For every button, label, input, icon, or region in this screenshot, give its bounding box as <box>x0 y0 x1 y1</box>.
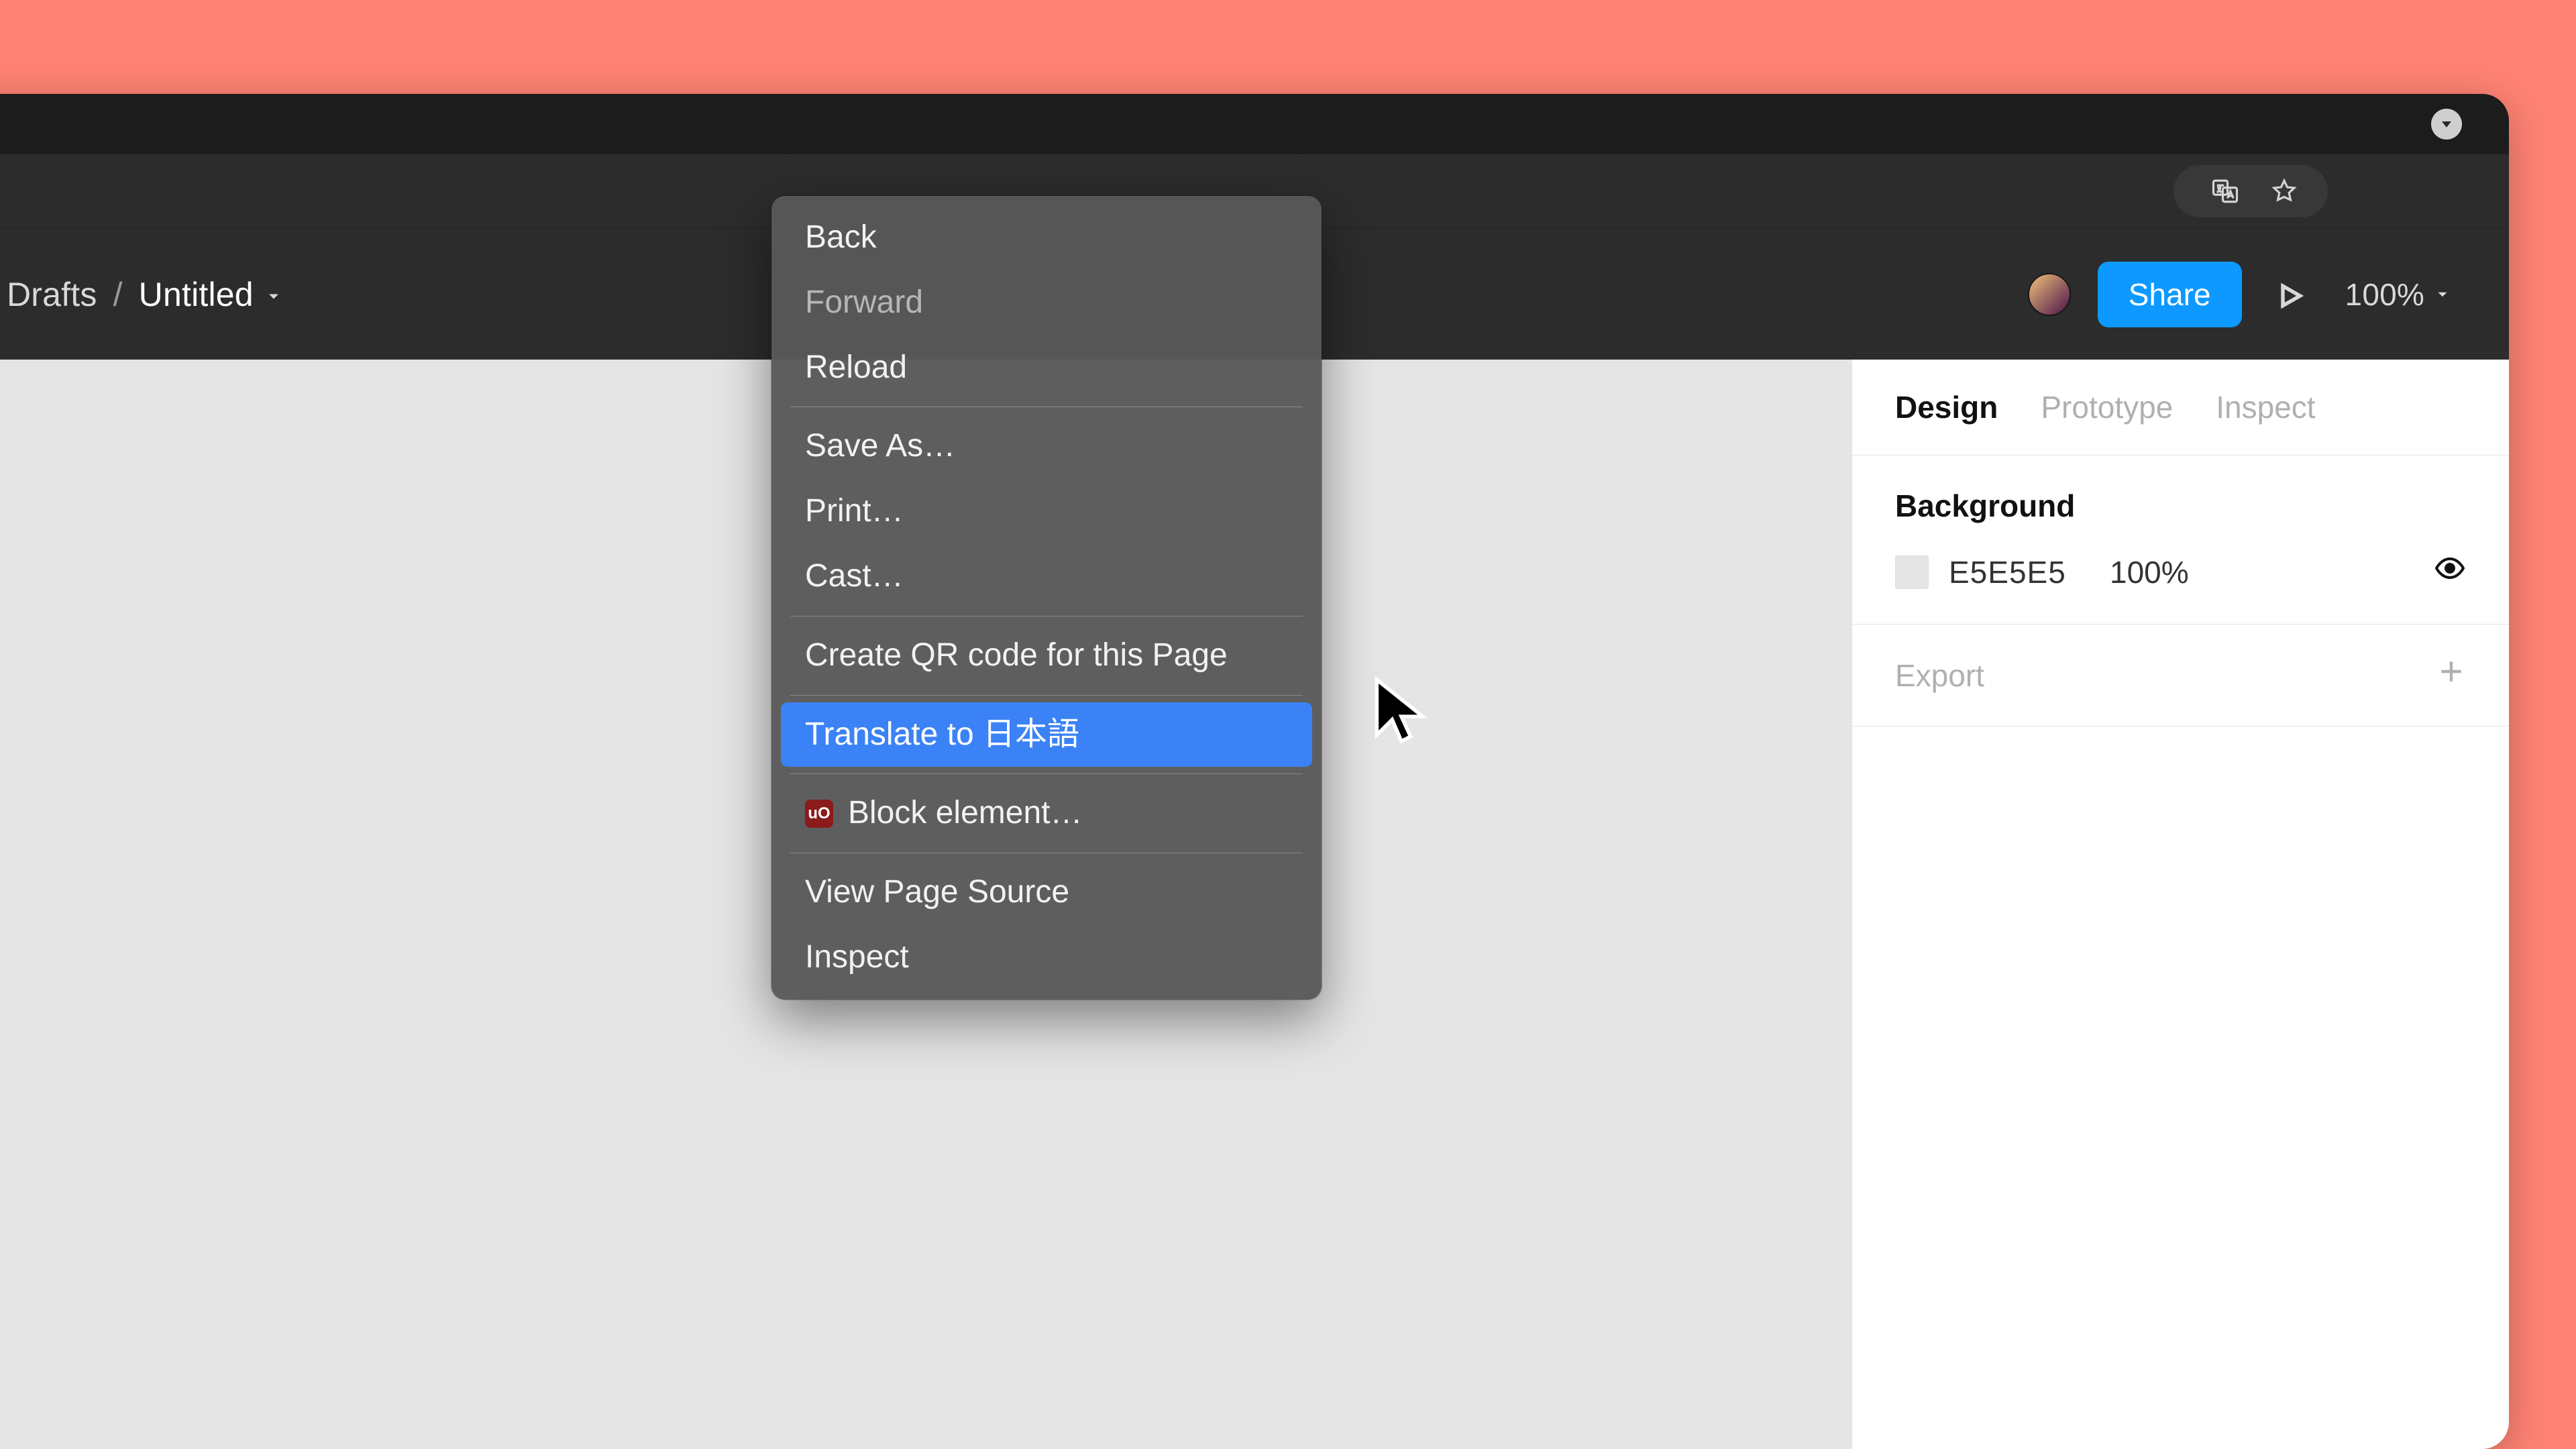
export-section: Export <box>1852 625 2509 727</box>
document-title-text: Untitled <box>139 275 254 314</box>
panel-tabs: Design Prototype Inspect <box>1852 360 2509 455</box>
context-menu: Back Forward Reload Save As… Print… Cast… <box>771 196 1322 1000</box>
present-button[interactable] <box>2275 280 2305 309</box>
share-button[interactable]: Share <box>2098 262 2242 327</box>
ublock-icon: uO <box>805 800 833 828</box>
right-panel: Design Prototype Inspect Background E5E5… <box>1851 360 2509 1449</box>
ctx-inspect[interactable]: Inspect <box>781 925 1312 990</box>
avatar[interactable] <box>2028 273 2071 316</box>
tab-prototype[interactable]: Prototype <box>2041 389 2173 425</box>
ctx-reload[interactable]: Reload <box>781 335 1312 400</box>
export-label: Export <box>1895 657 1984 694</box>
translate-icon[interactable] <box>2211 177 2239 205</box>
ctx-block-element[interactable]: uO Block element… <box>781 781 1312 846</box>
zoom-control[interactable]: 100% <box>2345 276 2451 313</box>
ctx-forward: Forward <box>781 270 1312 335</box>
tab-inspect[interactable]: Inspect <box>2216 389 2315 425</box>
visibility-toggle[interactable] <box>2434 552 2466 592</box>
ctx-cast[interactable]: Cast… <box>781 544 1312 609</box>
background-opacity-value[interactable]: 100% <box>2110 554 2217 590</box>
background-hex-value[interactable]: E5E5E5 <box>1949 554 2090 590</box>
ctx-separator <box>790 773 1303 774</box>
browser-menu-button[interactable] <box>2431 109 2462 140</box>
breadcrumb-separator: / <box>113 275 123 314</box>
ctx-translate[interactable]: Translate to 日本語 <box>781 702 1312 767</box>
ctx-back[interactable]: Back <box>781 205 1312 270</box>
background-section-title: Background <box>1895 488 2466 524</box>
ctx-save-as[interactable]: Save As… <box>781 414 1312 479</box>
chevron-down-icon <box>2434 286 2451 303</box>
ctx-create-qr[interactable]: Create QR code for this Page <box>781 623 1312 688</box>
add-export-button[interactable] <box>2436 657 2466 694</box>
breadcrumb-folder[interactable]: Drafts <box>7 275 97 314</box>
browser-titlebar <box>0 94 2509 154</box>
urlbar-actions <box>2174 165 2328 217</box>
chevron-down-icon <box>264 275 283 314</box>
ctx-separator <box>790 695 1303 696</box>
ctx-view-source[interactable]: View Page Source <box>781 860 1312 925</box>
ctx-print[interactable]: Print… <box>781 479 1312 544</box>
triangle-down-icon <box>2438 116 2455 132</box>
tab-design[interactable]: Design <box>1895 389 1998 425</box>
browser-window: F Drafts / Untitled Share 100% D <box>0 94 2509 1449</box>
document-title[interactable]: Untitled <box>139 275 283 314</box>
zoom-value: 100% <box>2345 276 2424 313</box>
background-section: Background E5E5E5 100% <box>1852 455 2509 625</box>
background-row: E5E5E5 100% <box>1895 552 2466 592</box>
ctx-block-element-label: Block element… <box>848 792 1082 835</box>
breadcrumb: Drafts / Untitled <box>7 275 283 314</box>
color-swatch[interactable] <box>1895 555 1929 589</box>
star-icon[interactable] <box>2270 177 2298 205</box>
